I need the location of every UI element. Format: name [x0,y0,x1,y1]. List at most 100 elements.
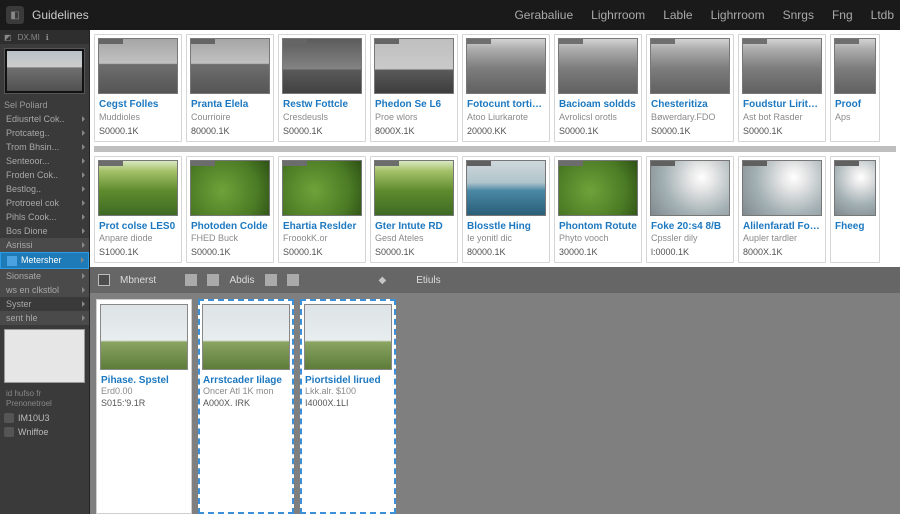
thumbnail [202,304,290,370]
asset-card[interactable]: Foudstur LiritoireAst bot RasderS0000.1K [738,34,826,142]
card-title: Fheeg [835,221,875,233]
asset-card[interactable]: Bacioam solddsAvrolicsl orotlsS0000.1K [554,34,642,142]
nav-item[interactable]: Snrgs [783,8,814,22]
asset-card[interactable]: ProofAps [830,34,880,142]
main-area: Cegst FollesMuddiolesS0000.1KPranta Elel… [90,30,900,514]
sidebar-item[interactable]: Pihls Cook... [0,210,89,224]
card-title: Ehartia Reslder [283,221,361,233]
thumbnail [100,304,188,370]
sidebar-item[interactable]: Protcateg.. [0,126,89,140]
asset-card[interactable]: Restw FottcleCresdeuslsS0000.1K [278,34,366,142]
card-title: Proof [835,99,875,111]
card-size: S1000.1K [99,247,177,257]
sidebar-preview[interactable] [4,48,85,94]
grid-icon[interactable] [287,274,299,286]
asset-card[interactable]: Prot colse LES0Anpare diode S1000.1K [94,156,182,264]
asset-card[interactable]: ChesteritizaBøwerdary.FDOS0000.1K [646,34,734,142]
sidebar-item[interactable]: Ediusrtel Cok.. [0,112,89,126]
card-size: S0000.1K [375,247,453,257]
card-title: Restw Fottcle [283,99,361,111]
card-subtitle: Proe wlors [375,112,453,122]
card-subtitle: Aupler tardler [743,233,821,243]
sidebar-item[interactable]: Froden Cok.. [0,168,89,182]
tray-card[interactable]: Pihase. SpstelErd0.00S015:'9.1R [96,299,192,514]
save-icon[interactable] [185,274,197,286]
folder-icon [4,427,14,437]
sidebar-item[interactable]: sent hle [0,311,89,325]
sidebar-item[interactable]: Bestlog.. [0,182,89,196]
sidebar-footer-item[interactable]: Wniffoe [0,425,89,439]
asset-card[interactable]: Blosstle HingIe yonitl dic80000.1K [462,156,550,264]
thumbnail [742,38,822,94]
tray-card[interactable]: Piortsidel liruedLkk.alr. $100I4000X.1LI [300,299,396,514]
app-logo-icon: ◧ [6,6,24,24]
thumbnail [282,160,362,216]
top-nav: Gerabaliue Lighrroom Lable Lighrroom Snr… [514,8,894,22]
sidebar-group[interactable]: Asrissi [0,238,89,252]
nav-item[interactable]: Lighrroom [591,8,645,22]
folder-icon [4,413,14,423]
nav-item[interactable]: Fng [832,8,853,22]
asset-card[interactable]: Foke 20:s4 8/BCpssler dilyl:0000.1K [646,156,734,264]
asset-card[interactable]: Alilenfaratl FoleeAupler tardler8000X.1K [738,156,826,264]
mid-toolbar: Mbnerst Abdis ◆ Etiuls [90,267,900,293]
back-icon[interactable]: ◆ [379,275,387,286]
asset-card[interactable]: Phontom RotutePhyto vooch30000.1K [554,156,642,264]
thumbnail [466,160,546,216]
nav-item[interactable]: Gerabaliue [514,8,573,22]
card-subtitle: Muddioles [99,112,177,122]
arrow-icon[interactable] [207,274,219,286]
card-subtitle: Courrioire [191,112,269,122]
layout-icon[interactable] [265,274,277,286]
card-size: S0000.1K [99,126,177,136]
sidebar-item[interactable]: Senteoor... [0,154,89,168]
card-size: 8000X.1K [375,126,453,136]
card-size: S0000.1K [191,247,269,257]
sidebar-item[interactable]: Protroeel cok [0,196,89,210]
sidebar-swatch[interactable] [4,329,85,383]
card-title: Prot colse LES0 [99,221,177,233]
thumbnail [282,38,362,94]
card-title: Phedon Se L6 [375,99,453,111]
card-size: 30000.1K [559,247,637,257]
sidebar-footer-item[interactable]: IM10U3 [0,411,89,425]
asset-card[interactable]: Gter Intute RDGesd AtelesS0000.1K [370,156,458,264]
nav-item[interactable]: Ltdb [871,8,894,22]
card-size: 20000.KK [467,126,545,136]
card-size: 80000.1K [467,247,545,257]
thumbnail [742,160,822,216]
select-checkbox[interactable] [98,274,110,286]
card-title: Arrstcader Iilage [203,375,289,386]
card-size: I4000X.1LI [305,398,391,408]
card-subtitle: Anpare diode [99,233,177,243]
asset-card[interactable]: Photoden ColdeFHED BuckS0000.1K [186,156,274,264]
sidebar-item[interactable]: Bos Dione [0,224,89,238]
asset-card[interactable]: Fotocunt torticisAtoo Liurkarote20000.KK [462,34,550,142]
card-size: S0000.1K [283,247,361,257]
sidebar-group[interactable]: Syster [0,297,89,311]
asset-card[interactable]: Pranta ElelaCourrioire80000.1K [186,34,274,142]
card-title: Piortsidel lirued [305,375,391,386]
thumbnail [98,38,178,94]
card-subtitle: Oncer Atl 1K mon [203,386,289,396]
tray-card[interactable]: Arrstcader IilageOncer Atl 1K monA000X. … [198,299,294,514]
card-size: S0000.1K [651,126,729,136]
sidebar-item-selected[interactable]: Metersher [0,252,89,269]
sidebar-section: Sel Poliard [0,98,89,112]
asset-card[interactable]: Phedon Se L6Proe wlors 8000X.1K [370,34,458,142]
card-subtitle: Ie yonitl dic [467,233,545,243]
asset-card[interactable]: Cegst FollesMuddiolesS0000.1K [94,34,182,142]
asset-card[interactable]: Ehartia ReslderFroookK.orS0000.1K [278,156,366,264]
sidebar-item[interactable]: Trom Bhsin... [0,140,89,154]
card-subtitle: FHED Buck [191,233,269,243]
sidebar-item[interactable]: Sionsate [0,269,89,283]
card-title: Pihase. Spstel [101,375,187,386]
card-size: 8000X.1K [743,247,821,257]
nav-item[interactable]: Lighrroom [711,8,765,22]
thumbnail [190,38,270,94]
card-subtitle: Bøwerdary.FDO [651,112,729,122]
sidebar-toolbar: ◩DX.MIℹ [0,30,89,44]
sidebar-item[interactable]: ws en clkstlol [0,283,89,297]
asset-card[interactable]: Fheeg [830,156,880,264]
nav-item[interactable]: Lable [663,8,692,22]
